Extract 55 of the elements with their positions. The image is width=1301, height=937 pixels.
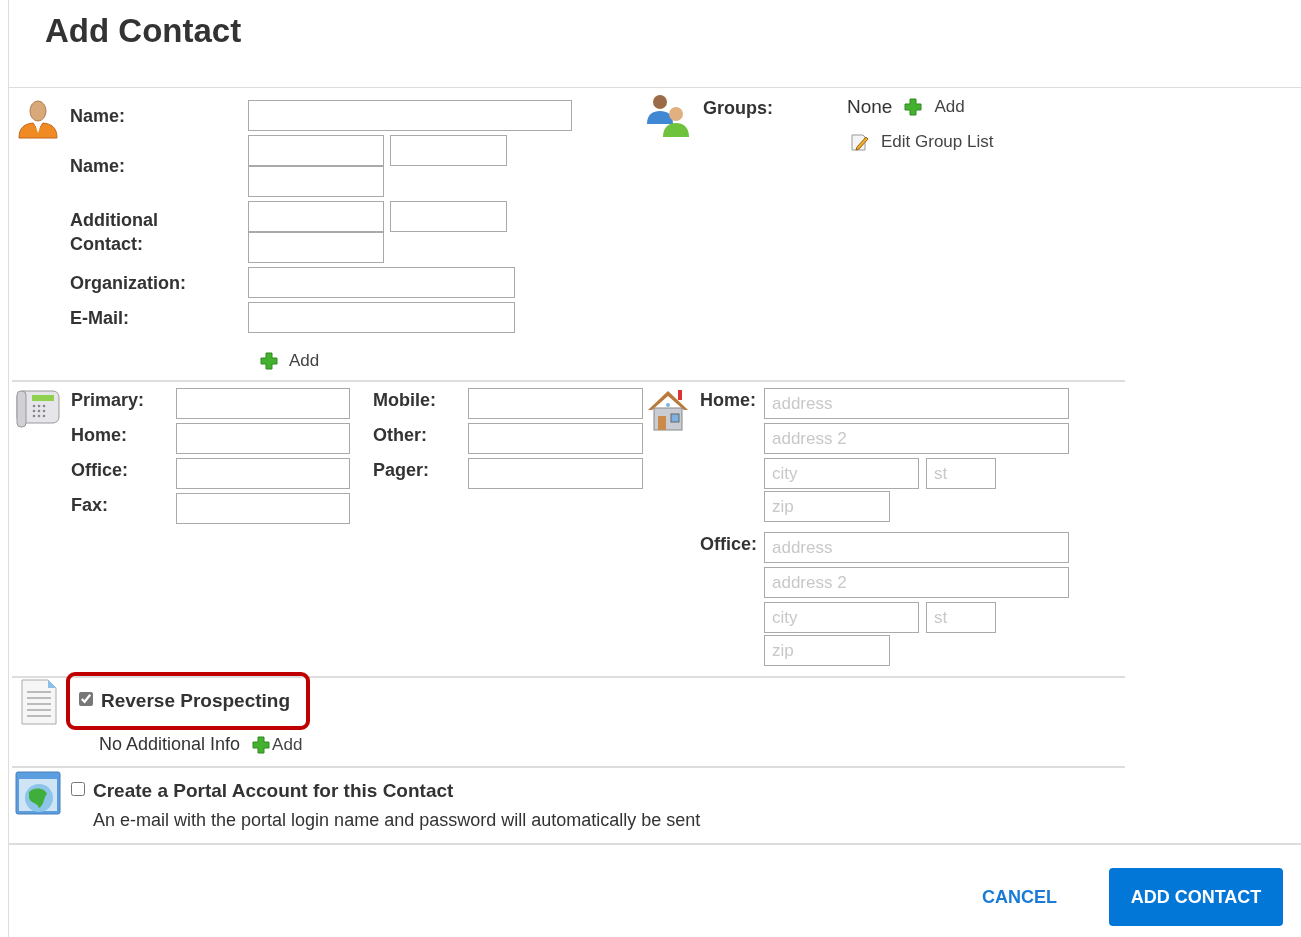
phone-icon	[15, 388, 61, 430]
person-icon	[17, 97, 59, 139]
cancel-button[interactable]: CANCEL	[982, 886, 1057, 908]
field-label: Office:	[71, 459, 129, 482]
input-field[interactable]	[176, 458, 350, 489]
input-field[interactable]	[248, 100, 572, 131]
edit-group-list-link[interactable]: Edit Group List	[847, 132, 994, 152]
plus-icon	[904, 98, 923, 116]
field-label: Name:	[70, 104, 126, 128]
description-text: An e-mail with the portal login name and password will automatically be sent	[93, 810, 701, 831]
input-field[interactable]	[468, 458, 643, 489]
edit-icon	[851, 133, 869, 151]
document-icon	[20, 678, 58, 726]
plus-icon	[252, 735, 271, 754]
input-field[interactable]	[248, 166, 384, 197]
input-field[interactable]	[176, 423, 350, 454]
field-label: Home:	[700, 389, 757, 412]
info-text: No Additional Info	[99, 734, 241, 755]
house-icon	[646, 388, 690, 432]
input-field[interactable]	[248, 201, 384, 232]
field-label: Additional Contact:	[70, 209, 158, 256]
input-field[interactable]	[390, 201, 507, 232]
people-icon	[645, 92, 691, 138]
input-field[interactable]	[248, 302, 515, 333]
input-field[interactable]	[248, 135, 384, 166]
field-label: Pager:	[373, 459, 431, 482]
input-field[interactable]	[468, 423, 643, 454]
group-value: None	[847, 96, 893, 118]
page-title: Add Contact	[9, 0, 1301, 88]
plus-icon	[260, 352, 278, 370]
field-label: Mobile:	[373, 389, 437, 412]
option-label: Create a Portal Account for this Contact	[93, 780, 455, 802]
input-field[interactable]	[248, 267, 515, 298]
input-field[interactable]	[248, 232, 384, 263]
add-link[interactable]: Add	[252, 734, 303, 755]
option-label: Reverse Prospecting	[101, 690, 291, 712]
add-link[interactable]: Add	[904, 97, 965, 117]
input-field[interactable]	[468, 388, 643, 419]
field-label: Home:	[71, 424, 128, 447]
input-field[interactable]	[390, 135, 507, 166]
field-label: Primary:	[71, 389, 146, 412]
add-contact-button[interactable]: ADD CONTACT	[1109, 868, 1283, 926]
input-field[interactable]	[176, 388, 350, 419]
add-link[interactable]: Add	[248, 337, 572, 371]
field-label: Groups:	[703, 97, 774, 120]
field-label: Name:	[70, 155, 126, 178]
globe-window-icon	[15, 770, 61, 816]
checkbox[interactable]	[71, 782, 85, 796]
field-label: E-Mail:	[70, 306, 129, 330]
checkbox[interactable]	[79, 692, 93, 706]
input-field[interactable]	[176, 493, 350, 524]
field-label: Fax:	[71, 494, 109, 517]
field-label: Organization:	[70, 271, 186, 295]
field-label: Other:	[373, 424, 428, 447]
field-label: Office:	[700, 533, 758, 556]
